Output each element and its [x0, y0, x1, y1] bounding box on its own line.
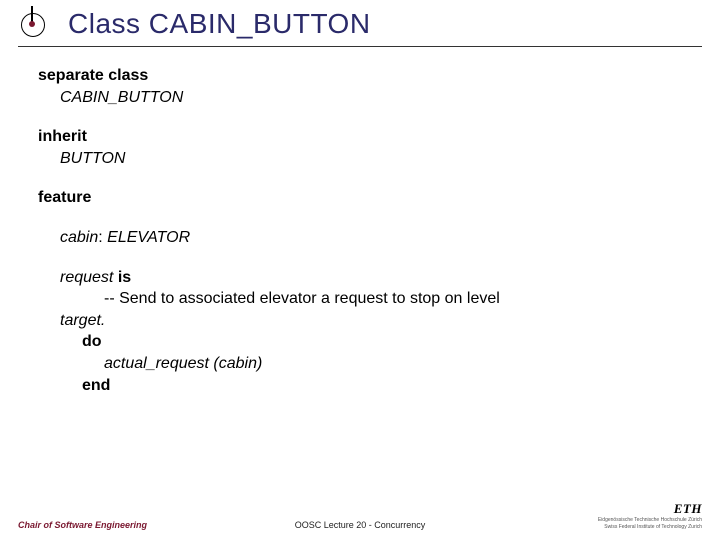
logo-icon — [18, 10, 46, 38]
footer-right: ETH Eidgenössische Technische Hochschule… — [474, 501, 702, 530]
class-decl: separate class CABIN_BUTTON — [38, 65, 682, 108]
eth-sub1: Eidgenössische Technische Hochschule Zür… — [474, 518, 702, 524]
kw-do: do — [82, 333, 102, 350]
routine-decl: request is -- Send to associated elevato… — [60, 267, 682, 397]
target-ref: target. — [60, 310, 682, 332]
kw-end: end — [82, 377, 110, 394]
code-content: separate class CABIN_BUTTON inherit BUTT… — [0, 47, 720, 396]
kw-is: is — [113, 269, 131, 286]
attr-colon: : — [98, 229, 107, 246]
eth-logo: ETH — [474, 501, 702, 517]
feature-clause: feature — [38, 187, 682, 209]
slide-title: Class CABIN_BUTTON — [68, 8, 371, 40]
footer-left: Chair of Software Engineering — [18, 520, 246, 530]
attribute-decl: cabin: ELEVATOR — [60, 227, 682, 249]
inherit-clause: inherit BUTTON — [38, 126, 682, 169]
routine-name: request — [60, 269, 113, 286]
parent-class: BUTTON — [60, 148, 682, 170]
attr-type: ELEVATOR — [107, 229, 190, 246]
kw-inherit: inherit — [38, 128, 87, 145]
kw-feature: feature — [38, 189, 91, 206]
slide-footer: Chair of Software Engineering OOSC Lectu… — [0, 501, 720, 530]
kw-separate-class: separate class — [38, 67, 148, 84]
footer-center: OOSC Lecture 20 - Concurrency — [246, 520, 474, 530]
class-name: CABIN_BUTTON — [60, 87, 682, 109]
slide-header: Class CABIN_BUTTON — [0, 0, 720, 46]
attr-name: cabin — [60, 229, 98, 246]
routine-comment: -- Send to associated elevator a request… — [104, 288, 682, 310]
eth-sub2: Swiss Federal Institute of Technology Zu… — [474, 525, 702, 531]
routine-call: actual_request (cabin) — [104, 353, 682, 375]
